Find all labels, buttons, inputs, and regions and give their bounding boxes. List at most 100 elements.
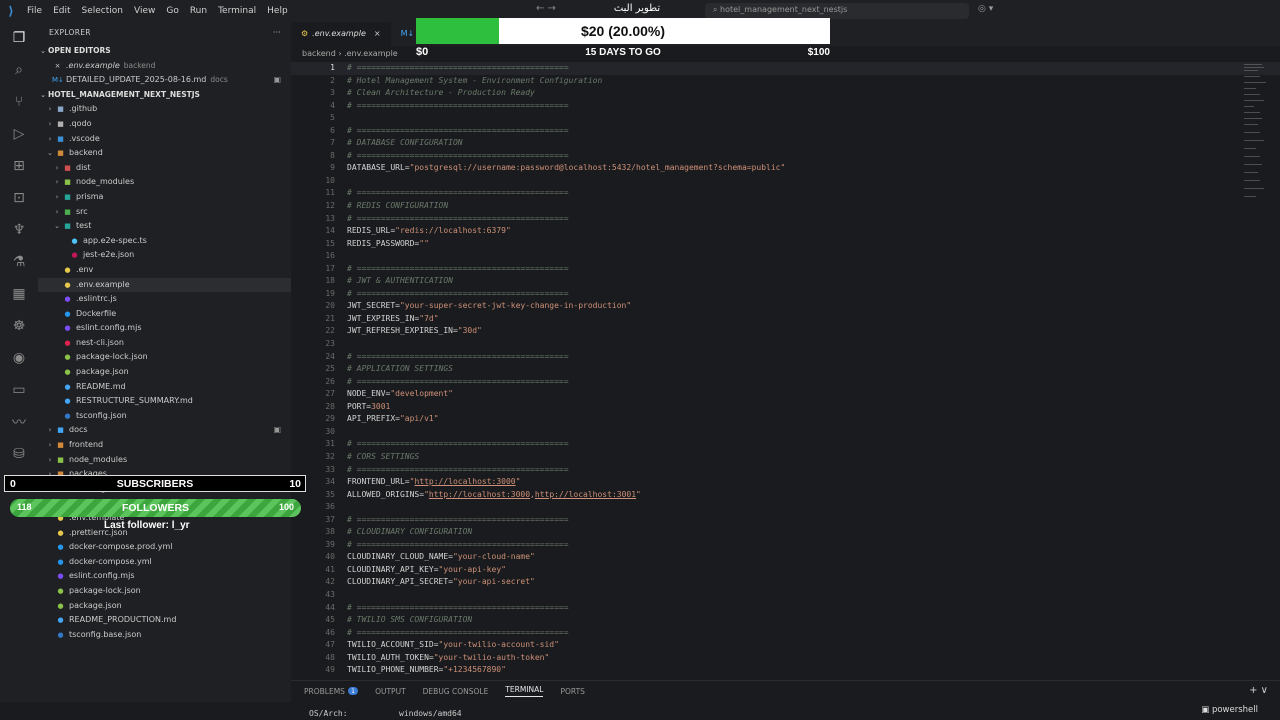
- tree-folder[interactable]: › ■ .github: [38, 102, 291, 117]
- code-url[interactable]: http://localhost:3001: [535, 490, 636, 499]
- code-line: 28 PORT=3001: [291, 401, 1280, 414]
- code-key: CLOUDINARY_API_KEY=: [347, 564, 439, 574]
- menu-help[interactable]: Help: [267, 6, 288, 16]
- tree-file[interactable]: ● package-lock.json: [38, 584, 291, 599]
- more-actions-icon[interactable]: ···: [273, 22, 281, 44]
- menu-terminal[interactable]: Terminal: [218, 6, 256, 16]
- console-icon[interactable]: ▭: [0, 374, 38, 406]
- panel-tab-problems[interactable]: PROBLEMS 1: [304, 687, 359, 696]
- close-icon[interactable]: ×: [52, 59, 63, 74]
- nav-arrows[interactable]: ← →: [536, 3, 556, 14]
- code-string: "your-super-secret-jwt-key-change-in-pro…: [399, 301, 632, 311]
- code-string: "your-twilio-auth-token": [433, 652, 550, 662]
- tree-file[interactable]: ● eslint.config.mjs: [38, 321, 291, 336]
- tree-file[interactable]: ● eslint.config.mjs: [38, 569, 291, 584]
- tree-folder[interactable]: › ■ src: [38, 205, 291, 220]
- tree-folder[interactable]: › ■ docs ▣: [38, 423, 291, 438]
- terminal-shell-tab[interactable]: ▣ powershell: [1201, 705, 1258, 715]
- file-icon: ●: [57, 586, 64, 595]
- tree-file[interactable]: ● RESTRUCTURE_SUMMARY.md: [38, 394, 291, 409]
- code-key: NODE_ENV=: [347, 389, 391, 399]
- code-line: 34 FRONTEND_URL="http://localhost:3000": [291, 476, 1280, 489]
- tree-file[interactable]: ● package.json: [38, 365, 291, 380]
- breadcrumb-folder[interactable]: backend: [302, 49, 336, 58]
- panel-tab-output[interactable]: OUTPUT: [375, 687, 406, 696]
- database-icon[interactable]: ⛁: [0, 438, 38, 470]
- code-comment: # Hotel Management System - Environment …: [347, 75, 603, 85]
- tree-file[interactable]: ● package.json: [38, 599, 291, 614]
- panel-tab-debug-console[interactable]: DEBUG CONSOLE: [423, 687, 489, 696]
- folder-icon: ■: [57, 441, 64, 450]
- file-icon: ●: [57, 557, 64, 566]
- testing-icon[interactable]: ⚗: [0, 246, 38, 278]
- files-icon[interactable]: ❐: [0, 22, 38, 54]
- menu-run[interactable]: Run: [190, 6, 207, 16]
- extensions-icon[interactable]: ⊞: [0, 150, 38, 182]
- source-control-icon[interactable]: ⑂: [0, 86, 38, 118]
- panel-tab-terminal[interactable]: TERMINAL: [505, 685, 544, 697]
- editor-area: ⚙.env.example×M↓DETA backend › .env.exam…: [291, 22, 1280, 680]
- tree-folder[interactable]: › ■ dist: [38, 161, 291, 176]
- tree-file[interactable]: ● docker-compose.prod.yml: [38, 540, 291, 555]
- tree-file[interactable]: ● tsconfig.base.json: [38, 628, 291, 643]
- menu-go[interactable]: Go: [166, 6, 178, 16]
- tree-folder[interactable]: › ■ .qodo: [38, 117, 291, 132]
- tree-file[interactable]: ● .env: [38, 263, 291, 278]
- open-editor-item[interactable]: M↓ DETAILED_UPDATE_2025-08-16.md docs ▣: [38, 73, 291, 88]
- code-url[interactable]: http://localhost:3000: [414, 477, 515, 486]
- open-editors-header[interactable]: ⌄ OPEN EDITORS: [38, 44, 291, 59]
- new-terminal-icon[interactable]: + ∨: [1249, 685, 1268, 696]
- command-center-search[interactable]: ⌕ hotel_management_next_nestjs: [705, 3, 969, 19]
- code-comment: # ======================================…: [347, 188, 569, 198]
- tree-file[interactable]: ● tsconfig.json: [38, 409, 291, 424]
- breadcrumb-file[interactable]: .env.example: [344, 49, 398, 58]
- tree-file[interactable]: ● README_PRODUCTION.md: [38, 613, 291, 628]
- code-view[interactable]: 1 # =====================================…: [291, 62, 1280, 677]
- run-debug-icon[interactable]: ▷: [0, 118, 38, 150]
- tree-file[interactable]: ● .env.example: [38, 277, 291, 293]
- code-line: 8 # =====================================…: [291, 150, 1280, 163]
- menu-view[interactable]: View: [134, 6, 155, 16]
- remote-explorer-icon[interactable]: ⊡: [0, 182, 38, 214]
- python-icon[interactable]: ♆: [0, 214, 38, 246]
- project-header[interactable]: ⌄ HOTEL_MANAGEMENT_NEXT_NESTJS: [38, 88, 291, 103]
- code-comment: # REDIS CONFIGURATION: [347, 201, 449, 211]
- tree-folder[interactable]: › ■ node_modules: [38, 175, 291, 190]
- tree-file[interactable]: ● app.e2e-spec.ts: [38, 234, 291, 249]
- code-url[interactable]: http://localhost:3000: [429, 490, 530, 499]
- code-string: "your-cloud-name": [452, 552, 535, 562]
- tree-folder[interactable]: ⌄ ■ test: [38, 219, 291, 234]
- tree-folder[interactable]: › ■ .vscode: [38, 132, 291, 147]
- menu-file[interactable]: File: [27, 6, 42, 16]
- tree-file[interactable]: ● package-lock.json: [38, 350, 291, 365]
- tree-file[interactable]: ● jest-e2e.json: [38, 248, 291, 263]
- close-icon[interactable]: ×: [374, 22, 381, 46]
- tree-file[interactable]: ● README.md: [38, 380, 291, 395]
- docker-icon[interactable]: ▦: [0, 278, 38, 310]
- copilot-icon[interactable]: ◎ ▾: [978, 4, 993, 14]
- menu-edit[interactable]: Edit: [53, 6, 70, 16]
- tree-folder[interactable]: ⌄ ■ backend: [38, 146, 291, 161]
- markdown-icon: M↓: [52, 76, 64, 85]
- line-text: CLOUDINARY_API_SECRET="your-api-secret": [347, 576, 535, 589]
- search-icon[interactable]: ⌕: [0, 54, 38, 86]
- tree-folder[interactable]: › ■ node_modules: [38, 453, 291, 468]
- tree-file[interactable]: ● docker-compose.yml: [38, 555, 291, 570]
- panel-tab-ports[interactable]: PORTS: [560, 687, 584, 696]
- waveform-icon[interactable]: 〰: [0, 406, 38, 438]
- tree-folder[interactable]: › ■ frontend: [38, 438, 291, 453]
- minimap[interactable]: [1244, 62, 1266, 202]
- line-text: PORT=3001: [347, 401, 390, 414]
- tree-file[interactable]: ● nest-cli.json: [38, 336, 291, 351]
- copilot-chat-icon[interactable]: ◉: [0, 342, 38, 374]
- editor-tab[interactable]: ⚙ .env.example ×: [291, 22, 391, 46]
- code-comment: # CLOUDINARY CONFIGURATION: [347, 527, 473, 537]
- kubernetes-icon[interactable]: ☸: [0, 310, 38, 342]
- open-editor-item[interactable]: × .env.example backend: [38, 59, 291, 74]
- tree-folder[interactable]: › ■ prisma: [38, 190, 291, 205]
- menu-selection[interactable]: Selection: [82, 6, 123, 16]
- tree-file[interactable]: ● .eslintrc.js: [38, 292, 291, 307]
- chevron-down-icon: ⌄: [54, 222, 60, 231]
- tree-file[interactable]: ● Dockerfile: [38, 307, 291, 322]
- tree-item-label: .qodo: [69, 118, 92, 128]
